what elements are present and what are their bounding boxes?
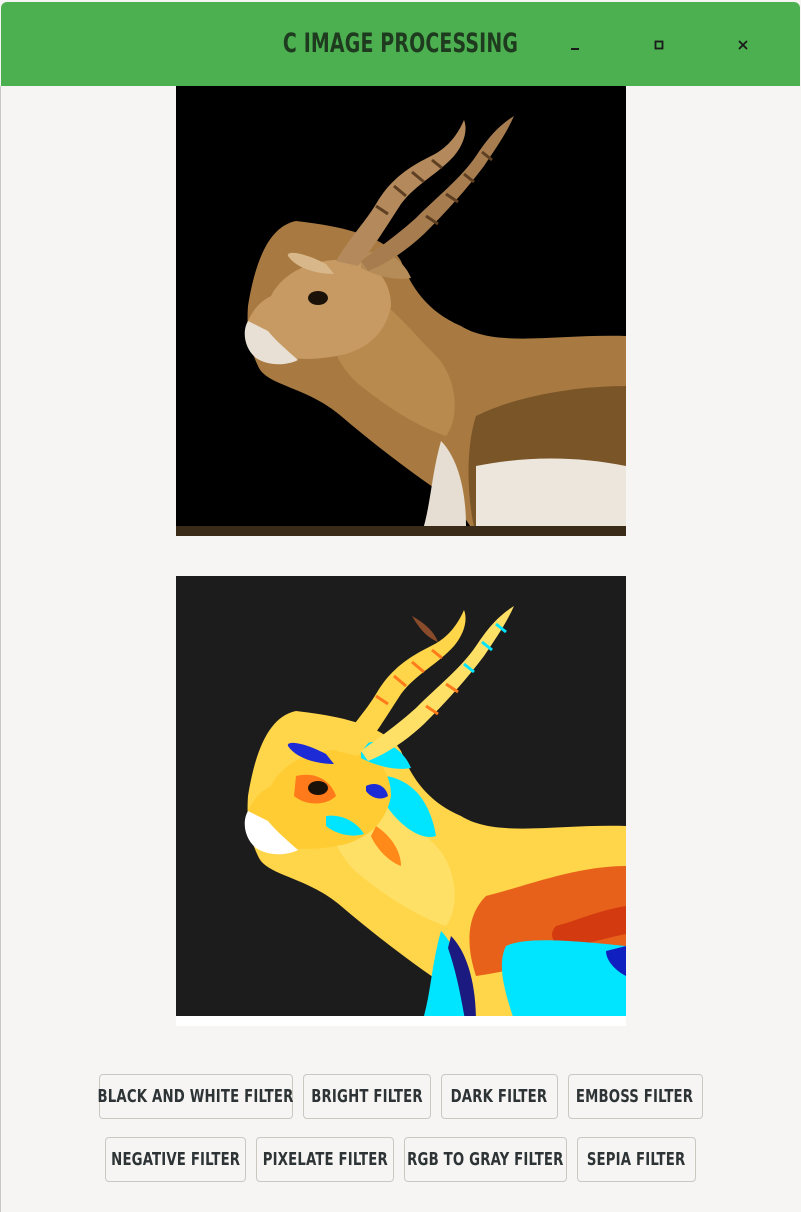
filtered-image [176, 576, 626, 1026]
close-icon [738, 40, 748, 50]
maximize-button[interactable] [643, 29, 675, 61]
filter-button-row-1: Black and White Filter Bright Filter Dar… [0, 1074, 801, 1119]
dark-filter-button[interactable]: Dark Filter [440, 1074, 558, 1119]
window-edge [0, 86, 1, 1212]
negative-filter-button[interactable]: Negative Filter [105, 1137, 246, 1182]
minimize-button[interactable] [559, 29, 591, 61]
original-image [176, 86, 626, 536]
sepia-filter-button[interactable]: Sepia Filter [577, 1137, 696, 1182]
maximize-icon [654, 40, 664, 50]
antelope-original-picture [176, 86, 626, 536]
close-button[interactable] [727, 29, 759, 61]
window-title: C Image Processing [282, 28, 519, 59]
filter-button-row-2: Negative Filter Pixelate Filter RGB to G… [0, 1137, 801, 1182]
title-bar[interactable]: C Image Processing [1, 2, 800, 86]
black-and-white-filter-button[interactable]: Black and White Filter [97, 1074, 293, 1119]
bright-filter-button[interactable]: Bright Filter [302, 1074, 431, 1119]
rgb-to-gray-filter-button[interactable]: RGB to Gray Filter [404, 1137, 567, 1182]
app-window: C Image Processing [0, 0, 801, 1212]
emboss-filter-button[interactable]: Emboss Filter [567, 1074, 703, 1119]
pixelate-filter-button[interactable]: Pixelate Filter [256, 1137, 394, 1182]
minimize-icon [571, 48, 579, 50]
antelope-filtered-picture [176, 576, 626, 1026]
